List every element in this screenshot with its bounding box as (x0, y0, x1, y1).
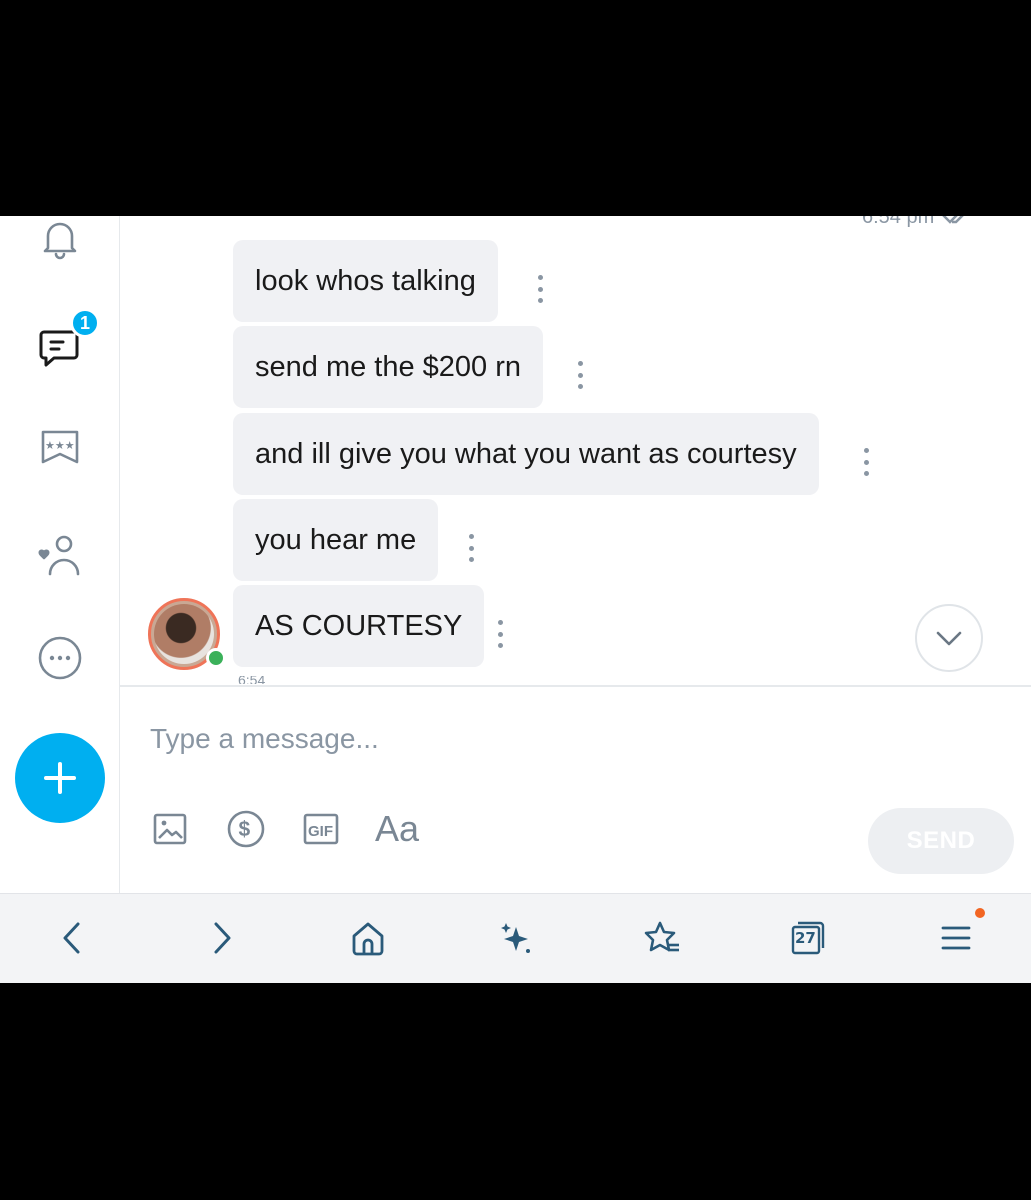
bookmark-stars-icon[interactable]: ★★★ (34, 420, 86, 472)
letterbox-top (0, 0, 1031, 216)
browser-toolbar: 27 (0, 893, 1031, 983)
menu-icon[interactable] (930, 912, 982, 964)
sparkle-icon[interactable] (490, 912, 542, 964)
svg-text:GIF: GIF (308, 823, 333, 840)
message-text: you hear me (255, 523, 417, 556)
back-icon[interactable] (46, 912, 98, 964)
message-timestamp-partial: 6:54 (238, 676, 266, 684)
message-options-icon[interactable] (862, 448, 870, 476)
favorites-icon[interactable] (636, 912, 688, 964)
message-options-icon[interactable] (467, 534, 475, 562)
forward-icon[interactable] (196, 912, 248, 964)
text-format-icon[interactable]: Aa (374, 807, 420, 851)
message-bubble[interactable]: look whos talking (233, 240, 498, 322)
message-timestamp: 6:54 pm (862, 216, 935, 228)
letterbox-bottom (0, 983, 1031, 1200)
plus-icon (44, 762, 76, 794)
online-status-indicator (206, 648, 226, 668)
message-text: AS COURTESY (255, 609, 463, 642)
message-options-icon[interactable] (496, 620, 504, 648)
message-text: and ill give you what you want as courte… (255, 437, 797, 470)
message-composer: Type a message... $ GIF Aa SEND (120, 685, 1031, 893)
menu-notification-dot (975, 908, 985, 918)
send-button[interactable]: SEND (868, 808, 1014, 874)
more-dots-icon[interactable] (34, 632, 86, 684)
message-options-icon[interactable] (576, 361, 584, 389)
dollar-icon[interactable]: $ (226, 807, 266, 851)
message-bubble[interactable]: and ill give you what you want as courte… (233, 413, 819, 495)
message-input[interactable]: Type a message... (150, 723, 750, 763)
bell-icon[interactable] (34, 216, 86, 264)
app-screen: 1 ★★★ 6:54 pm look whos talking send me … (0, 216, 1031, 983)
message-text: look whos talking (255, 264, 476, 297)
home-icon[interactable] (342, 912, 394, 964)
message-options-icon[interactable] (536, 275, 544, 303)
read-check-icon (942, 216, 964, 224)
gif-icon[interactable]: GIF (302, 807, 342, 851)
new-post-button[interactable] (15, 733, 105, 823)
image-icon[interactable] (152, 807, 188, 851)
svg-text:$: $ (239, 818, 251, 841)
message-bubble[interactable]: send me the $200 rn (233, 326, 544, 408)
sidebar-nav: 1 ★★★ (0, 216, 120, 893)
tab-count: 27 (795, 929, 816, 947)
tabs-icon[interactable]: 27 (782, 912, 834, 964)
svg-text:★★★: ★★★ (45, 439, 75, 452)
user-heart-icon[interactable] (34, 528, 86, 580)
message-bubble[interactable]: you hear me (233, 499, 439, 581)
message-bubble[interactable]: AS COURTESY (233, 585, 485, 667)
scroll-down-button[interactable] (915, 604, 983, 672)
chat-thread: 6:54 pm look whos talking send me the $2… (120, 216, 1031, 686)
messages-badge: 1 (70, 308, 100, 338)
chevron-down-icon (936, 631, 962, 646)
message-text: send me the $200 rn (255, 350, 522, 383)
